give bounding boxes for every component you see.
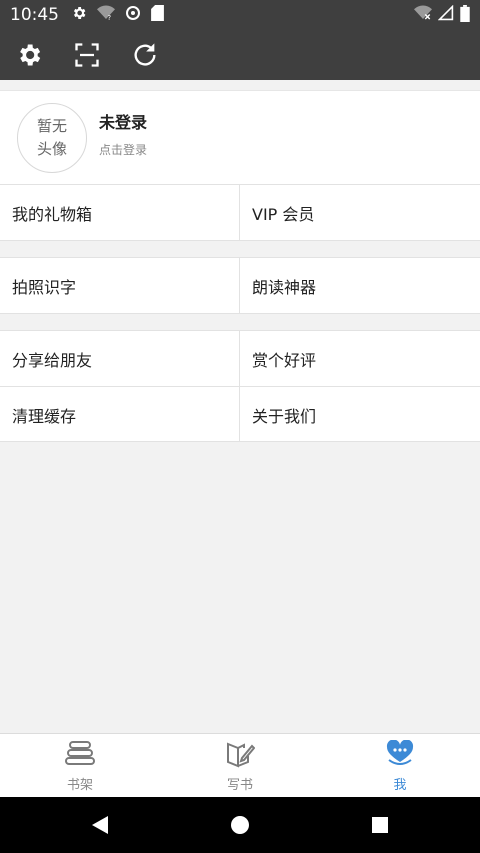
signal-icon	[437, 4, 454, 25]
sync-status-icon	[125, 5, 141, 25]
write-book-icon	[225, 740, 256, 772]
about-item[interactable]: 关于我们	[240, 387, 480, 442]
nav-bookshelf[interactable]: 书架	[0, 734, 160, 797]
avatar-placeholder[interactable]: 暂无 头像	[17, 102, 87, 173]
avatar-text-line1: 暂无	[36, 116, 67, 135]
home-icon[interactable]	[170, 815, 310, 835]
back-icon[interactable]	[30, 815, 170, 835]
status-bar: 10:45 ?	[0, 0, 480, 30]
system-nav-bar	[0, 797, 480, 853]
profile-name: 未登录	[99, 113, 148, 132]
nav-write-label: 写书	[226, 778, 253, 793]
heart-chat-icon	[385, 739, 415, 772]
recents-icon[interactable]	[310, 816, 450, 834]
bottom-nav: 书架 写书 我	[0, 733, 480, 797]
nav-bookshelf-label: 书架	[66, 778, 93, 793]
menu-section-misc: 分享给朋友 赏个好评 清理缓存 关于我们	[0, 330, 480, 442]
nav-me-label: 我	[393, 778, 407, 793]
avatar-text-line2: 头像	[36, 139, 67, 158]
rate-item[interactable]: 赏个好评	[240, 331, 480, 386]
wifi-off-icon	[414, 5, 432, 25]
menu-section-account: 我的礼物箱 VIP 会员	[0, 184, 480, 241]
nav-me[interactable]: 我	[320, 734, 480, 797]
gear-icon[interactable]	[14, 40, 44, 70]
clear-cache-item[interactable]: 清理缓存	[0, 387, 240, 442]
read-aloud-item[interactable]: 朗读神器	[240, 258, 480, 313]
svg-text:?: ?	[108, 14, 112, 21]
settings-status-icon	[71, 5, 87, 25]
share-item[interactable]: 分享给朋友	[0, 331, 240, 386]
sd-card-icon	[151, 5, 164, 25]
refresh-icon[interactable]	[130, 40, 160, 70]
bookshelf-icon	[65, 740, 95, 772]
gift-box-item[interactable]: 我的礼物箱	[0, 185, 240, 240]
login-hint[interactable]: 点击登录	[99, 141, 147, 158]
vip-member-item[interactable]: VIP 会员	[240, 185, 480, 240]
photo-ocr-item[interactable]: 拍照识字	[0, 258, 240, 313]
profile-card[interactable]: 暂无 头像 未登录 点击登录	[0, 90, 480, 184]
menu-section-tools: 拍照识字 朗读神器	[0, 257, 480, 314]
top-toolbar	[0, 30, 480, 80]
status-time: 10:45	[10, 5, 59, 25]
battery-icon	[460, 4, 470, 26]
wifi-question-icon: ?	[97, 5, 115, 25]
nav-write[interactable]: 写书	[160, 734, 320, 797]
scan-icon[interactable]	[72, 40, 102, 70]
